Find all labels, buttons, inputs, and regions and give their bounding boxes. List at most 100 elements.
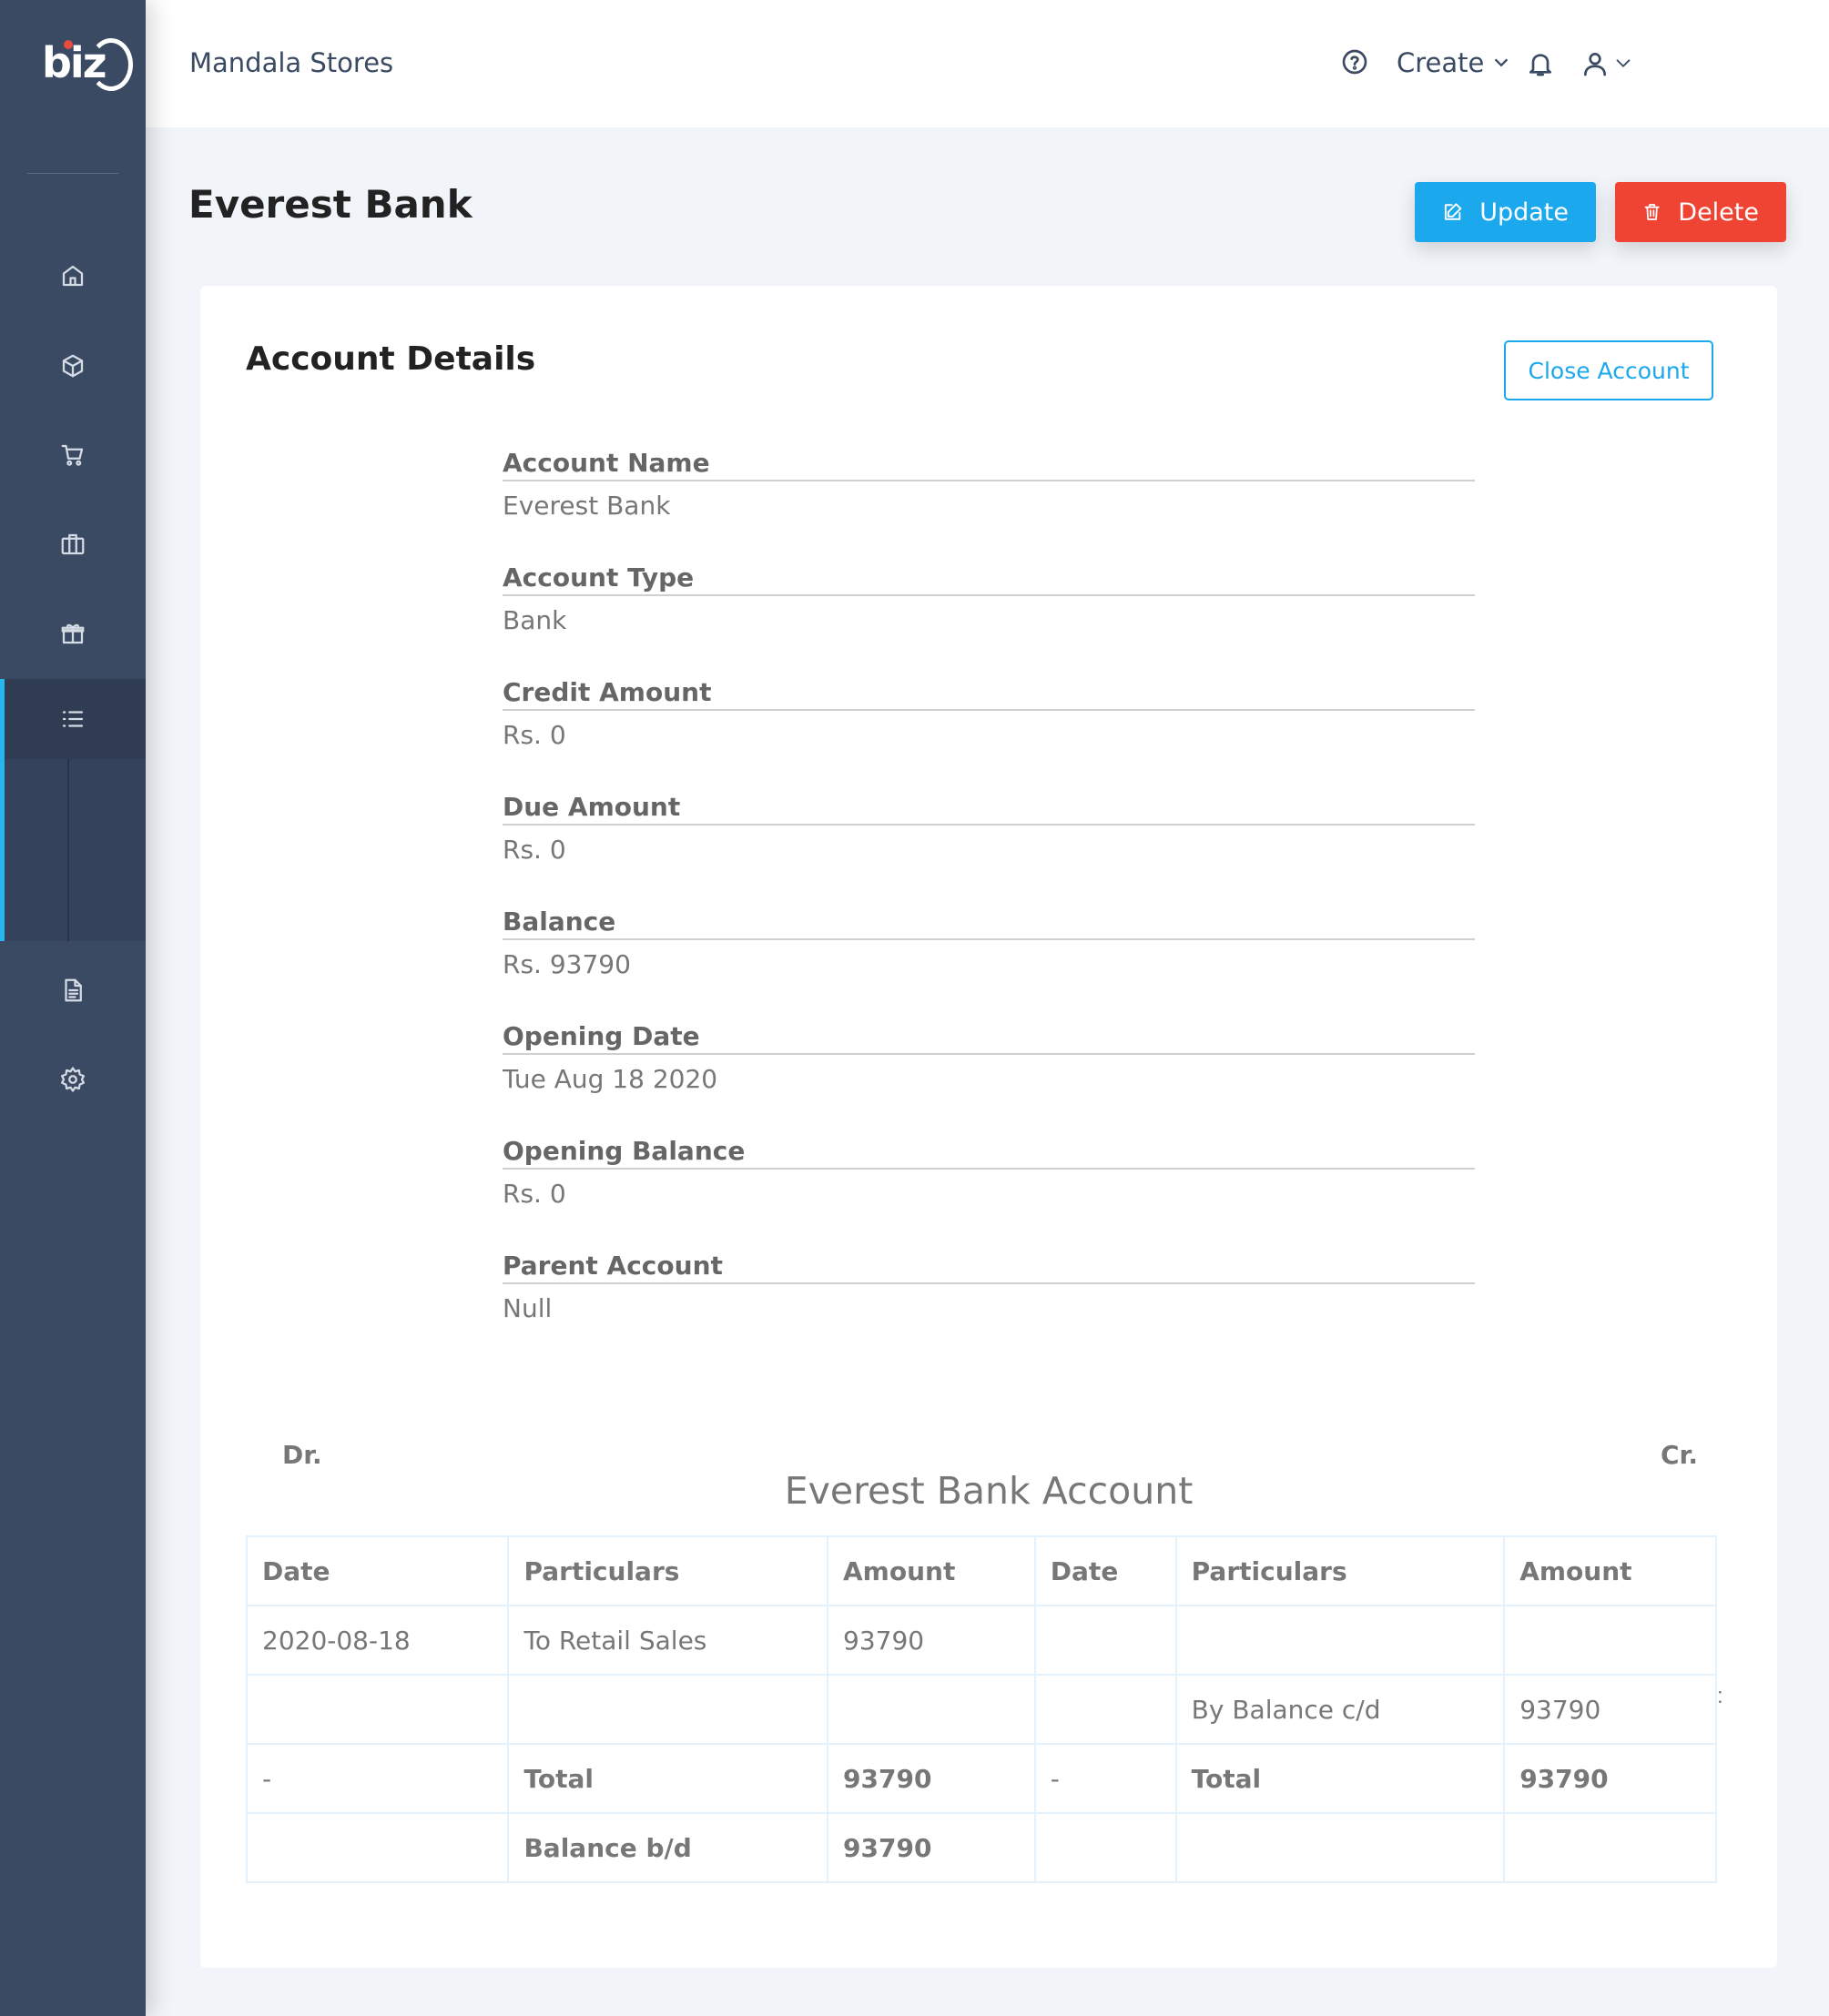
box-icon: [62, 354, 84, 378]
detail-label: Account Type: [503, 562, 1475, 596]
gift-icon: [61, 623, 85, 644]
sidebar-item-reports[interactable]: [0, 950, 146, 1030]
sidebar-item-home[interactable]: [0, 236, 146, 316]
ledger-cell: 2020-08-18: [245, 1605, 510, 1676]
sidebar-item-settings[interactable]: [0, 1039, 146, 1119]
ledger-cell: [507, 1674, 829, 1745]
ledger-header: Particulars: [1174, 1535, 1506, 1606]
ledger-title: Everest Bank Account: [784, 1469, 1194, 1513]
detail-label: Balance: [503, 907, 1475, 940]
ledger-header-row: Date Particulars Amount Date Particulars…: [245, 1535, 1717, 1606]
table-row: 2020-08-18 To Retail Sales 93790: [245, 1605, 1717, 1676]
detail-value: Rs. 0: [503, 720, 566, 750]
logo-ring: [89, 38, 133, 91]
detail-label: Parent Account: [503, 1251, 1475, 1284]
sidebar-item-gifts[interactable]: [0, 593, 146, 674]
ledger-cell: [245, 1674, 510, 1745]
ledger-cell: [1033, 1605, 1177, 1676]
ledger-cell: [1033, 1674, 1177, 1745]
user-menu[interactable]: [1580, 49, 1633, 78]
detail-balance: Balance Rs. 93790: [503, 907, 1475, 979]
delete-button[interactable]: Delete: [1615, 182, 1786, 242]
briefcase-icon: [61, 533, 85, 555]
account-details-card: Account Details Close Account Account Na…: [200, 286, 1777, 1968]
ledger-cell: [1503, 1812, 1717, 1883]
ledger-header: Date: [1033, 1535, 1177, 1606]
chevron-down-icon: [1616, 59, 1631, 67]
card-title: Account Details: [246, 340, 536, 378]
submenu-line: [67, 759, 69, 941]
ledger-cell: -: [1033, 1743, 1177, 1814]
ledger-header: Date: [245, 1535, 510, 1606]
chevron-down-icon: [1495, 58, 1509, 67]
logo-dot: [64, 40, 73, 49]
detail-opening-balance: Opening Balance Rs. 0: [503, 1136, 1475, 1209]
store-name[interactable]: Mandala Stores: [189, 47, 393, 78]
ledger-cell: [1503, 1605, 1717, 1676]
ledger-cell: [1033, 1812, 1177, 1883]
ledger-cell: [1174, 1812, 1506, 1883]
help-icon: [1342, 49, 1367, 75]
detail-due-amount: Due Amount Rs. 0: [503, 792, 1475, 865]
ledger-cell: 93790: [827, 1812, 1036, 1883]
ledger-header: Amount: [1503, 1535, 1717, 1606]
detail-credit-amount: Credit Amount Rs. 0: [503, 677, 1475, 750]
trash-icon: [1644, 204, 1660, 220]
accounts-submenu: [0, 759, 146, 941]
detail-label: Credit Amount: [503, 677, 1475, 711]
ledger-cell: [827, 1674, 1036, 1745]
sidebar-item-products[interactable]: [0, 326, 146, 406]
sidebar: biz: [0, 0, 146, 2016]
page-title: Everest Bank: [188, 182, 472, 227]
sidebar-item-briefcase[interactable]: [0, 504, 146, 584]
close-account-button[interactable]: Close Account: [1504, 340, 1713, 400]
create-dropdown[interactable]: Create: [1397, 47, 1511, 78]
table-row-balance: Balance b/d 93790: [245, 1812, 1717, 1883]
detail-account-type: Account Type Bank: [503, 562, 1475, 635]
ledger-cell: To Retail Sales: [507, 1605, 829, 1676]
detail-value: Everest Bank: [503, 491, 671, 521]
update-button[interactable]: Update: [1415, 182, 1596, 242]
table-row-total: - Total 93790 - Total 93790: [245, 1743, 1717, 1814]
ledger-table: Date Particulars Amount Date Particulars…: [245, 1535, 1717, 1883]
detail-value: Null: [503, 1293, 553, 1323]
detail-value: Bank: [503, 605, 567, 635]
cart-icon: [61, 444, 84, 466]
detail-label: Due Amount: [503, 792, 1475, 826]
detail-value: Rs. 93790: [503, 949, 631, 979]
home-icon: [62, 265, 84, 287]
bell-icon: [1529, 54, 1551, 76]
detail-account-name: Account Name Everest Bank: [503, 448, 1475, 521]
document-icon: [65, 978, 82, 1002]
edit-icon: [1444, 203, 1462, 220]
detail-label: Account Name: [503, 448, 1475, 481]
help-button[interactable]: [1340, 47, 1369, 81]
ledger-cell: Balance b/d: [507, 1812, 829, 1883]
sidebar-item-cart[interactable]: [0, 415, 146, 495]
biz-logo[interactable]: biz: [42, 35, 133, 96]
delete-label: Delete: [1678, 198, 1759, 227]
detail-value: Rs. 0: [503, 835, 566, 865]
detail-value: Tue Aug 18 2020: [503, 1064, 718, 1094]
notifications-button[interactable]: [1526, 49, 1555, 83]
ledger-cell: 93790: [1503, 1674, 1717, 1745]
ledger-cell: 93790: [827, 1743, 1036, 1814]
ledger-cell: 93790: [827, 1605, 1036, 1676]
ledger-cr-label: Cr.: [1661, 1440, 1699, 1470]
gear-icon: [61, 1067, 85, 1092]
active-indicator: [0, 679, 5, 941]
ledger-cell: -: [245, 1743, 510, 1814]
ledger-dr-label: Dr.: [282, 1440, 322, 1470]
ledger-header: Particulars: [507, 1535, 829, 1606]
table-row: By Balance c/d 93790: [245, 1674, 1717, 1745]
stray-mark: :: [1717, 1684, 1723, 1708]
detail-opening-date: Opening Date Tue Aug 18 2020: [503, 1021, 1475, 1094]
sidebar-item-accounts[interactable]: [0, 679, 146, 759]
ledger-cell: Total: [507, 1743, 829, 1814]
user-icon: [1584, 53, 1606, 76]
update-label: Update: [1479, 198, 1569, 227]
ledger-cell: Total: [1174, 1743, 1506, 1814]
sidebar-divider: [27, 173, 118, 174]
ledger-header: Amount: [827, 1535, 1036, 1606]
ledger-cell: [245, 1812, 510, 1883]
